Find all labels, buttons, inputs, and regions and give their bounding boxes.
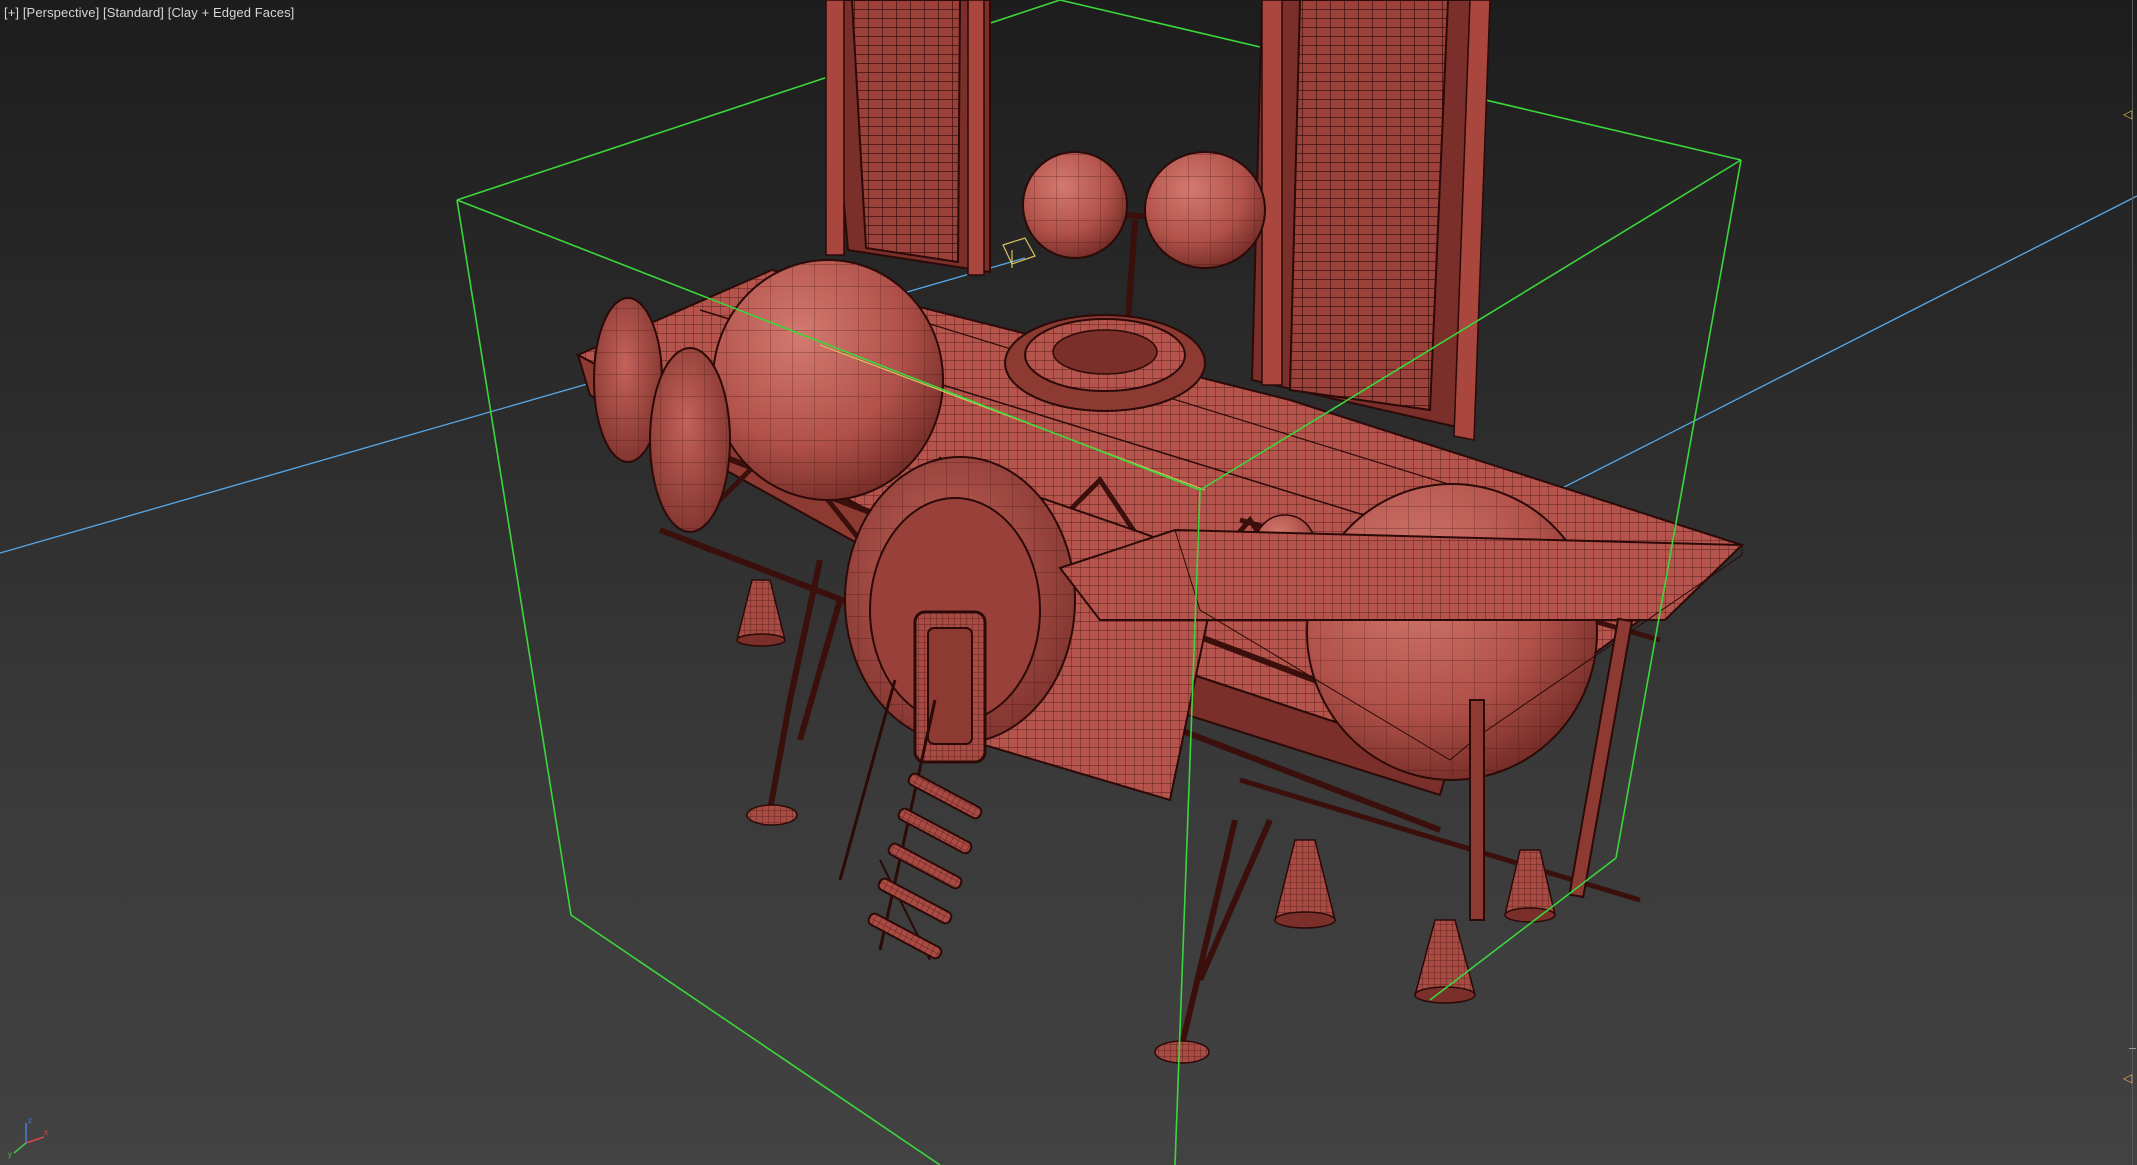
perspective-viewport[interactable]: [+] [Perspective] [Standard] [Clay + Edg… bbox=[0, 0, 2137, 1165]
axis-tripod-icon: x y z bbox=[8, 1116, 48, 1159]
solar-panel-left bbox=[824, 0, 991, 276]
top-hatch bbox=[1004, 314, 1206, 412]
viewport-view-menu[interactable]: [Perspective] bbox=[23, 5, 99, 20]
scene-canvas[interactable] bbox=[0, 0, 2137, 1165]
viewport-edge-ruler: ◁ ◁ bbox=[2123, 0, 2137, 1165]
triangle-left-icon[interactable]: ◁ bbox=[2123, 108, 2132, 120]
ruler-tick bbox=[2129, 1048, 2136, 1049]
viewport-label: [+] [Perspective] [Standard] [Clay + Edg… bbox=[4, 5, 294, 20]
viewport-shading-menu[interactable]: [Clay + Edged Faces] bbox=[168, 5, 295, 20]
svg-text:x: x bbox=[44, 1128, 48, 1137]
triangle-left-icon[interactable]: ◁ bbox=[2123, 1072, 2132, 1084]
svg-text:y: y bbox=[8, 1150, 12, 1159]
viewport-camera-menu[interactable]: [Standard] bbox=[103, 5, 164, 20]
viewport-general-menu[interactable]: [+] bbox=[4, 5, 19, 20]
svg-text:z: z bbox=[28, 1116, 32, 1125]
landing-pads bbox=[746, 804, 1210, 1064]
solar-panel-right bbox=[1250, 0, 1491, 441]
satellite-dishes bbox=[1022, 151, 1266, 321]
ruler-line bbox=[2132, 0, 2133, 1165]
spherical-tank-back bbox=[712, 259, 944, 501]
